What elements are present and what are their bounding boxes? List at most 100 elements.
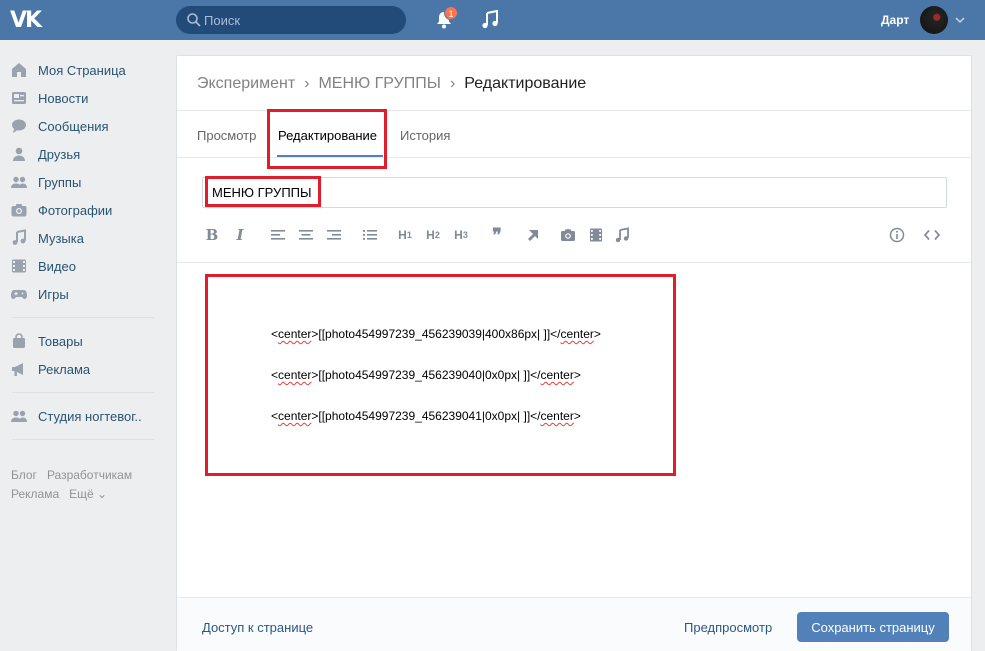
chevron-down-icon[interactable]: [954, 14, 966, 26]
sidebar-footer-row-1: Блог Разработчикам: [11, 468, 142, 482]
sidebar-item-label: Игры: [38, 286, 69, 302]
list-icon: [363, 230, 377, 240]
sidebar-item-label: Студия ногтевог..: [38, 408, 142, 424]
breadcrumb-item[interactable]: МЕНЮ ГРУППЫ: [318, 75, 440, 92]
breadcrumb: Эксперимент › МЕНЮ ГРУППЫ › Редактирование: [197, 75, 586, 93]
sidebar-item-label: Группы: [38, 174, 82, 190]
align-left-button[interactable]: [269, 224, 287, 246]
editor-toolbar: B I H1 H2 H3 ❞: [202, 224, 947, 246]
video-icon: [12, 259, 26, 273]
avatar[interactable]: [920, 6, 948, 34]
top-bar: VK 1 Дарт: [0, 0, 985, 40]
groups-icon: [11, 176, 27, 188]
source-code-toggle-button[interactable]: [922, 224, 942, 246]
breadcrumb-current: Редактирование: [464, 75, 587, 92]
help-button[interactable]: [888, 224, 906, 246]
sidebar-item-video[interactable]: Видео: [10, 254, 160, 278]
breadcrumb-separator-icon: ›: [449, 75, 456, 92]
heading-2-level: 2: [434, 230, 440, 240]
friends-icon: [13, 147, 25, 161]
quote-button[interactable]: ❞: [488, 224, 506, 246]
code-icon: [924, 229, 940, 241]
sidebar-item-photos[interactable]: Фотографии: [10, 198, 160, 222]
sidebar-item-label: Товары: [38, 333, 83, 349]
sidebar-item-games[interactable]: Игры: [10, 282, 160, 306]
search-input[interactable]: [204, 10, 394, 30]
sidebar-item-label: Музыка: [38, 230, 84, 246]
sidebar-item-groups[interactable]: Группы: [10, 170, 160, 194]
sidebar-item-label: Видео: [38, 258, 76, 274]
preview-link[interactable]: Предпросмотр: [684, 620, 772, 635]
sidebar-item-news[interactable]: Новости: [10, 86, 160, 110]
sidebar-item-label: Новости: [38, 90, 89, 106]
info-icon: [889, 227, 905, 243]
tab-history[interactable]: История: [400, 128, 450, 143]
sidebar-divider: [12, 439, 154, 440]
insert-photo-button[interactable]: [559, 224, 577, 246]
notification-badge: 1: [444, 6, 458, 20]
shopping-bag-icon: [13, 333, 25, 348]
footer-link-ads[interactable]: Реклама: [11, 487, 59, 501]
insert-audio-button[interactable]: [613, 224, 631, 246]
editor-footer: Доступ к странице Предпросмотр Сохранить…: [177, 597, 971, 651]
footer-link-developers[interactable]: Разработчикам: [47, 468, 132, 482]
sidebar-item-label: Друзья: [38, 146, 81, 162]
heading-1-button[interactable]: H1: [395, 224, 415, 246]
camera-icon: [561, 229, 575, 241]
save-page-button[interactable]: Сохранить страницу: [797, 612, 949, 642]
sidebar-footer-row-2: Реклама Ещё ⌄: [11, 487, 117, 501]
sidebar-item-community[interactable]: Студия ногтевог..: [10, 404, 160, 428]
sidebar-item-ads[interactable]: Реклама: [10, 357, 160, 381]
vk-logo[interactable]: VK: [10, 8, 46, 33]
heading-2-label: H: [426, 228, 435, 242]
news-icon: [12, 92, 26, 104]
insert-video-button[interactable]: [587, 224, 605, 246]
tab-view[interactable]: Просмотр: [197, 128, 256, 143]
sidebar-item-label: Фотографии: [38, 202, 113, 218]
heading-3-button[interactable]: H3: [451, 224, 471, 246]
megaphone-icon: [12, 363, 23, 376]
highlight-box-edit-tab: [267, 109, 387, 169]
sidebar-item-messages[interactable]: Сообщения: [10, 114, 160, 138]
align-right-button[interactable]: [325, 224, 343, 246]
link-button[interactable]: [524, 224, 542, 246]
music-note-icon: [12, 229, 26, 245]
video-icon: [590, 228, 602, 242]
breadcrumb-separator-icon: ›: [304, 75, 310, 92]
heading-3-label: H: [454, 228, 463, 242]
search-icon: [187, 13, 201, 27]
page-access-link[interactable]: Доступ к странице: [202, 620, 313, 635]
camera-icon: [11, 204, 27, 217]
sidebar-divider: [12, 317, 154, 318]
sidebar-item-label: Реклама: [38, 361, 91, 377]
sidebar-item-label: Сообщения: [38, 118, 109, 134]
music-note-icon: [615, 227, 629, 243]
sidebar-item-label: Моя Страница: [38, 62, 126, 78]
italic-button[interactable]: I: [232, 224, 248, 246]
heading-2-button[interactable]: H2: [423, 224, 443, 246]
gamepad-icon: [11, 290, 27, 299]
footer-link-blog[interactable]: Блог: [11, 468, 37, 482]
heading-1-level: 1: [406, 230, 412, 240]
align-right-icon: [327, 230, 341, 240]
bold-button[interactable]: B: [204, 224, 220, 246]
heading-3-level: 3: [462, 230, 468, 240]
home-icon: [12, 63, 26, 77]
sidebar-item-friends[interactable]: Друзья: [10, 142, 160, 166]
sidebar-item-music[interactable]: Музыка: [10, 226, 160, 250]
link-arrow-icon: [528, 230, 538, 241]
breadcrumb-item[interactable]: Эксперимент: [197, 75, 295, 92]
sidebar-divider: [12, 392, 154, 393]
align-left-icon: [271, 230, 285, 240]
music-note-icon[interactable]: [480, 9, 500, 31]
community-icon: [11, 410, 27, 422]
sidebar-item-my-page[interactable]: Моя Страница: [10, 58, 160, 82]
align-center-button[interactable]: [297, 224, 315, 246]
search-box[interactable]: [176, 6, 406, 34]
align-center-icon: [299, 230, 313, 240]
bullet-list-button[interactable]: [361, 224, 379, 246]
footer-link-more[interactable]: Ещё ⌄: [69, 487, 107, 501]
sidebar-item-goods[interactable]: Товары: [10, 329, 160, 353]
messages-icon: [12, 119, 26, 133]
username[interactable]: Дарт: [881, 13, 909, 27]
